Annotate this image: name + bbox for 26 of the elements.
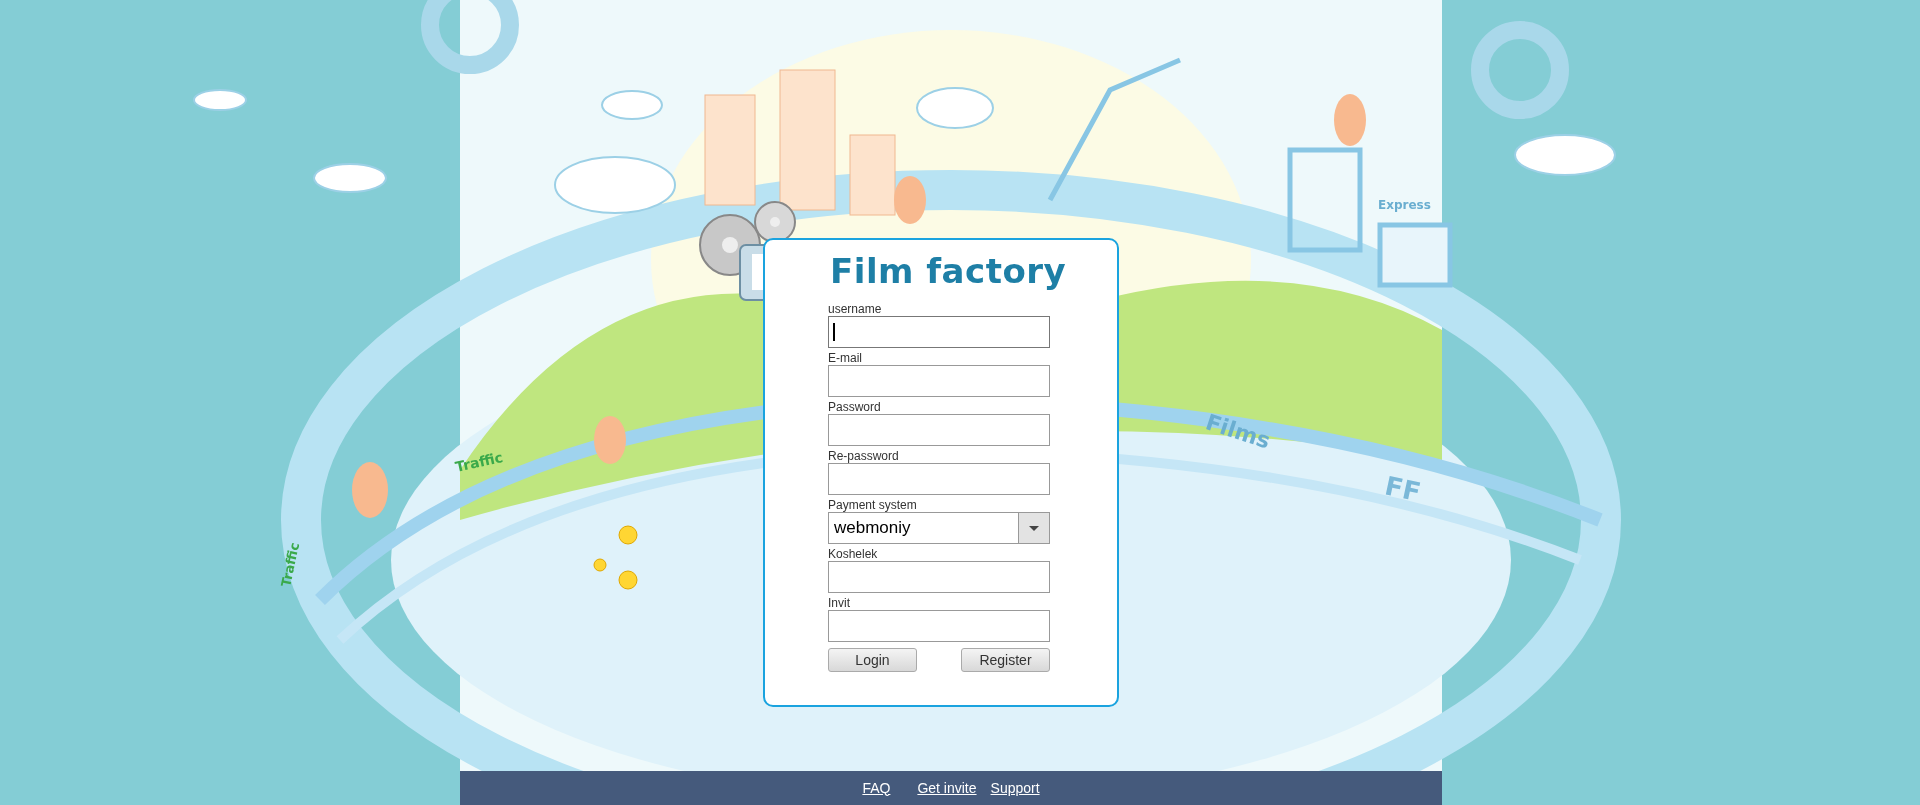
- field-label: Koshelek: [828, 548, 879, 561]
- artwork-label: FF: [1381, 469, 1425, 510]
- artwork-label: Films: [1201, 408, 1275, 456]
- footer-link[interactable]: Support: [990, 777, 1040, 799]
- footer-link[interactable]: FAQ: [862, 777, 891, 799]
- password-field[interactable]: [828, 463, 1050, 495]
- field-label: username: [828, 303, 883, 316]
- input-field[interactable]: [828, 365, 1050, 397]
- form-button[interactable]: Register: [961, 648, 1050, 672]
- input-field[interactable]: [828, 610, 1050, 642]
- site-title: Film factory: [830, 254, 1068, 288]
- field-label: Invit: [828, 597, 851, 610]
- password-field[interactable]: [828, 414, 1050, 446]
- field-label: E-mail: [828, 352, 863, 365]
- footer-link[interactable]: Get invite: [917, 777, 977, 799]
- field-label: Payment system: [828, 499, 918, 512]
- field-label: Re-password: [828, 450, 900, 463]
- artwork-label: Traffic: [453, 448, 505, 477]
- input-field[interactable]: [828, 561, 1050, 593]
- payment-system-dropdown[interactable]: webmoniy: [828, 512, 1050, 544]
- input-field[interactable]: [828, 316, 1050, 348]
- caret-icon: [1029, 525, 1039, 531]
- field-label: Password: [828, 401, 882, 414]
- form-button[interactable]: Login: [828, 648, 917, 672]
- artwork-label: Traffic: [277, 540, 304, 589]
- artwork-label: Express: [1378, 197, 1431, 214]
